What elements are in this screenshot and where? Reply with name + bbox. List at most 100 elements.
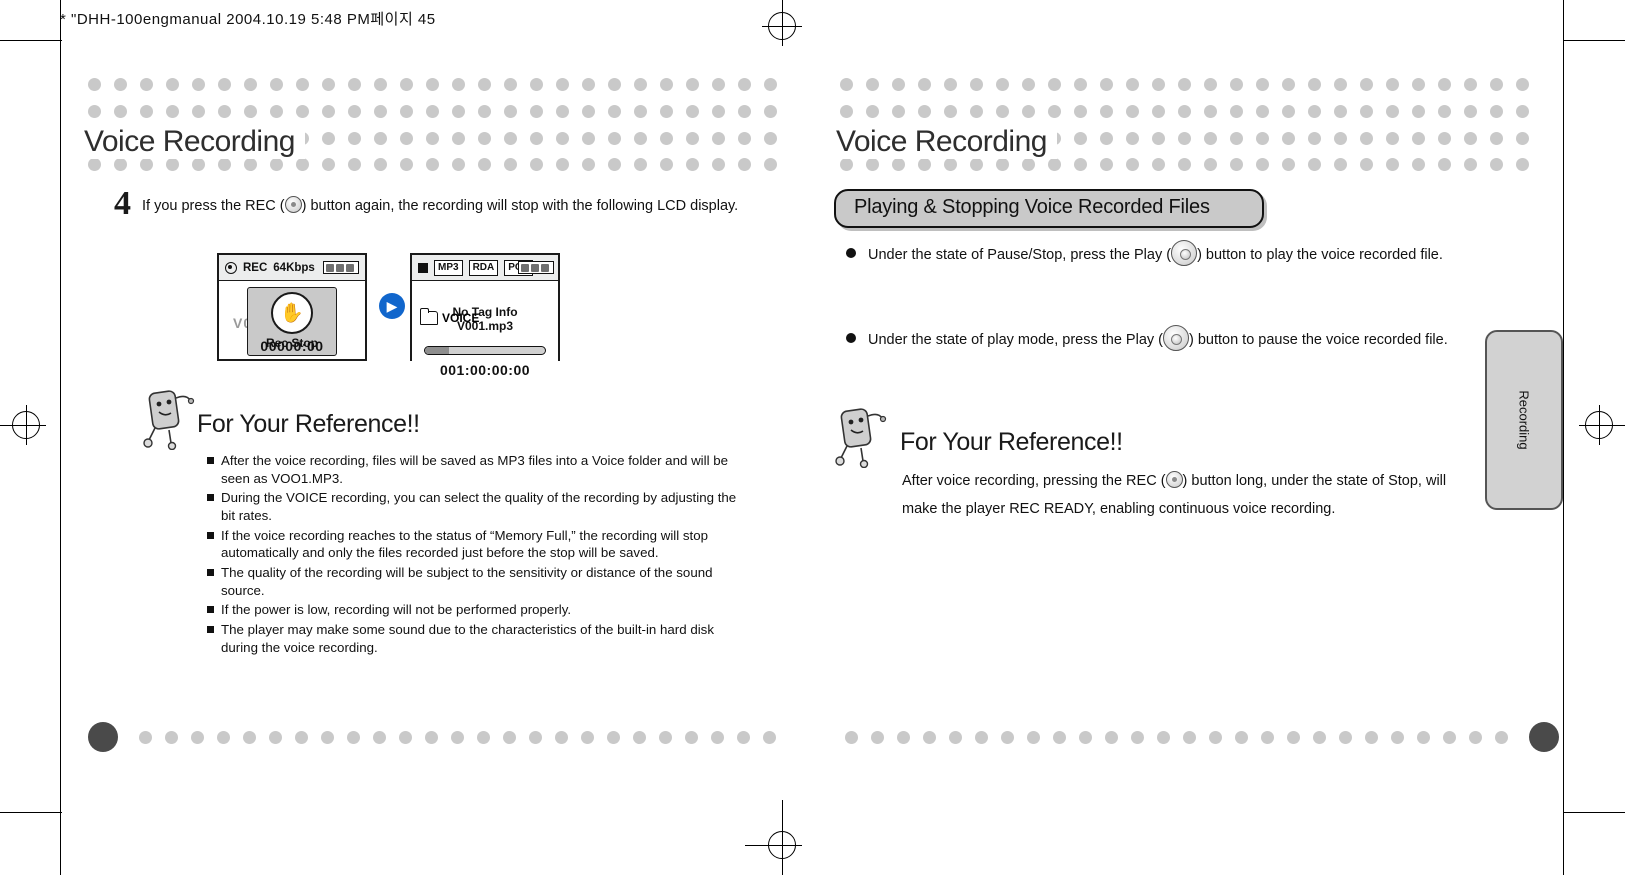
decorative-dot (140, 78, 153, 91)
decorative-dot (322, 78, 335, 91)
decorative-dot (374, 158, 387, 172)
decorative-dot (530, 104, 543, 118)
decorative-dot (1438, 158, 1451, 172)
list-item: During the VOICE recording, you can sele… (207, 489, 747, 524)
decorative-dot (1126, 78, 1139, 91)
decorative-dot (1178, 78, 1191, 91)
decorative-dot (166, 78, 179, 91)
decorative-dot (296, 78, 309, 91)
lcd-status-bar: REC 64Kbps (219, 255, 365, 281)
decorative-dot (1464, 78, 1477, 91)
tag-rda: RDA (468, 259, 499, 276)
decorative-dot (1308, 78, 1321, 91)
decorative-dot (270, 78, 283, 91)
for-your-reference-title: For Your Reference!! (197, 410, 420, 438)
decorative-dot (400, 104, 413, 118)
decorative-dot (738, 158, 751, 172)
decorative-dot (1074, 78, 1087, 91)
decorative-dot (400, 78, 413, 91)
decorative-dot (996, 78, 1009, 91)
decorative-dot (1516, 131, 1529, 145)
page-marker-dot (1529, 722, 1559, 752)
decorative-dot (1365, 730, 1378, 744)
bullet-play-file-part-2: ) button to play the voice recorded file… (1197, 247, 1443, 263)
playback-progress-bar (424, 346, 546, 355)
tag-mp3: MP3 (434, 259, 463, 276)
decorative-dot (477, 730, 490, 744)
page-title: Voice Recording (836, 125, 1057, 159)
decorative-dot (504, 158, 517, 172)
decorative-dot (139, 730, 152, 744)
decorative-dot (556, 78, 569, 91)
decorative-dot (634, 104, 647, 118)
crop-line-top-horizontal-right (1563, 40, 1625, 41)
left-page: Voice Recording 4 If you press the REC (… (62, 48, 782, 838)
decorative-dot (218, 158, 231, 172)
decorative-dot (478, 78, 491, 91)
decorative-dot (166, 104, 179, 118)
decorative-dot (1391, 730, 1404, 744)
decorative-dot (140, 104, 153, 118)
decorative-dot (270, 158, 283, 172)
decorative-dot (1048, 78, 1061, 91)
decorative-dot (633, 730, 646, 744)
decorative-dot (738, 131, 751, 145)
lcd-recording-time: 00000:00 (260, 338, 324, 354)
decorative-dot (871, 730, 884, 744)
decorative-dot (738, 104, 751, 118)
decorative-dot (426, 131, 439, 145)
list-item: If the power is low, recording will not … (207, 601, 747, 619)
decorative-dot (1464, 104, 1477, 118)
decorative-dot (166, 158, 179, 172)
decorative-dot (296, 158, 309, 172)
decorative-dot (866, 104, 879, 118)
decorative-dot (452, 78, 465, 91)
decorative-dot (634, 78, 647, 91)
decorative-dot (970, 158, 983, 172)
step-instruction-text: If you press the REC () button again, th… (142, 196, 742, 217)
decorative-dot (1022, 104, 1035, 118)
decorative-dot (1100, 158, 1113, 172)
crop-line-left-vertical (60, 0, 61, 875)
decorative-dot (1339, 730, 1352, 744)
decorative-dot (452, 104, 465, 118)
decorative-dot (1204, 78, 1217, 91)
decorative-dot (1053, 730, 1066, 744)
decorative-dot (114, 78, 127, 91)
decorative-dot (711, 730, 724, 744)
decorative-dot (452, 158, 465, 172)
decorative-dot (1048, 104, 1061, 118)
decorative-dot (88, 158, 101, 172)
decorative-dot (686, 158, 699, 172)
step-instruction-part-1: If you press the REC ( (142, 198, 285, 214)
decorative-dot (322, 104, 335, 118)
decorative-dot (660, 158, 673, 172)
decorative-dot (1386, 131, 1399, 145)
decorative-dot (1282, 131, 1295, 145)
decorative-dot (348, 104, 361, 118)
crop-line-top-horizontal (0, 40, 62, 41)
decorative-dot (1360, 158, 1373, 172)
decorative-dot (1417, 730, 1430, 744)
decorative-dot (270, 104, 283, 118)
decorative-dot (1204, 158, 1217, 172)
decorative-dot (1490, 104, 1503, 118)
rec-button-icon (1165, 471, 1183, 488)
decorative-dot (918, 104, 931, 118)
decorative-dot (1100, 104, 1113, 118)
decorative-dot (1230, 131, 1243, 145)
decorative-dot (892, 78, 905, 91)
decorative-dot (1178, 104, 1191, 118)
hand-icon: ✋ (271, 292, 313, 334)
decorative-dot (685, 730, 698, 744)
decorative-dot (1126, 131, 1139, 145)
decorative-dot (478, 104, 491, 118)
decorative-dot (944, 104, 957, 118)
decorative-dot (1230, 78, 1243, 91)
decorative-dot (582, 131, 595, 145)
decorative-dot (764, 158, 777, 172)
decorative-dot (1152, 78, 1165, 91)
decorative-dot (218, 78, 231, 91)
mascot-icon (835, 408, 887, 468)
decorative-dot (659, 730, 672, 744)
